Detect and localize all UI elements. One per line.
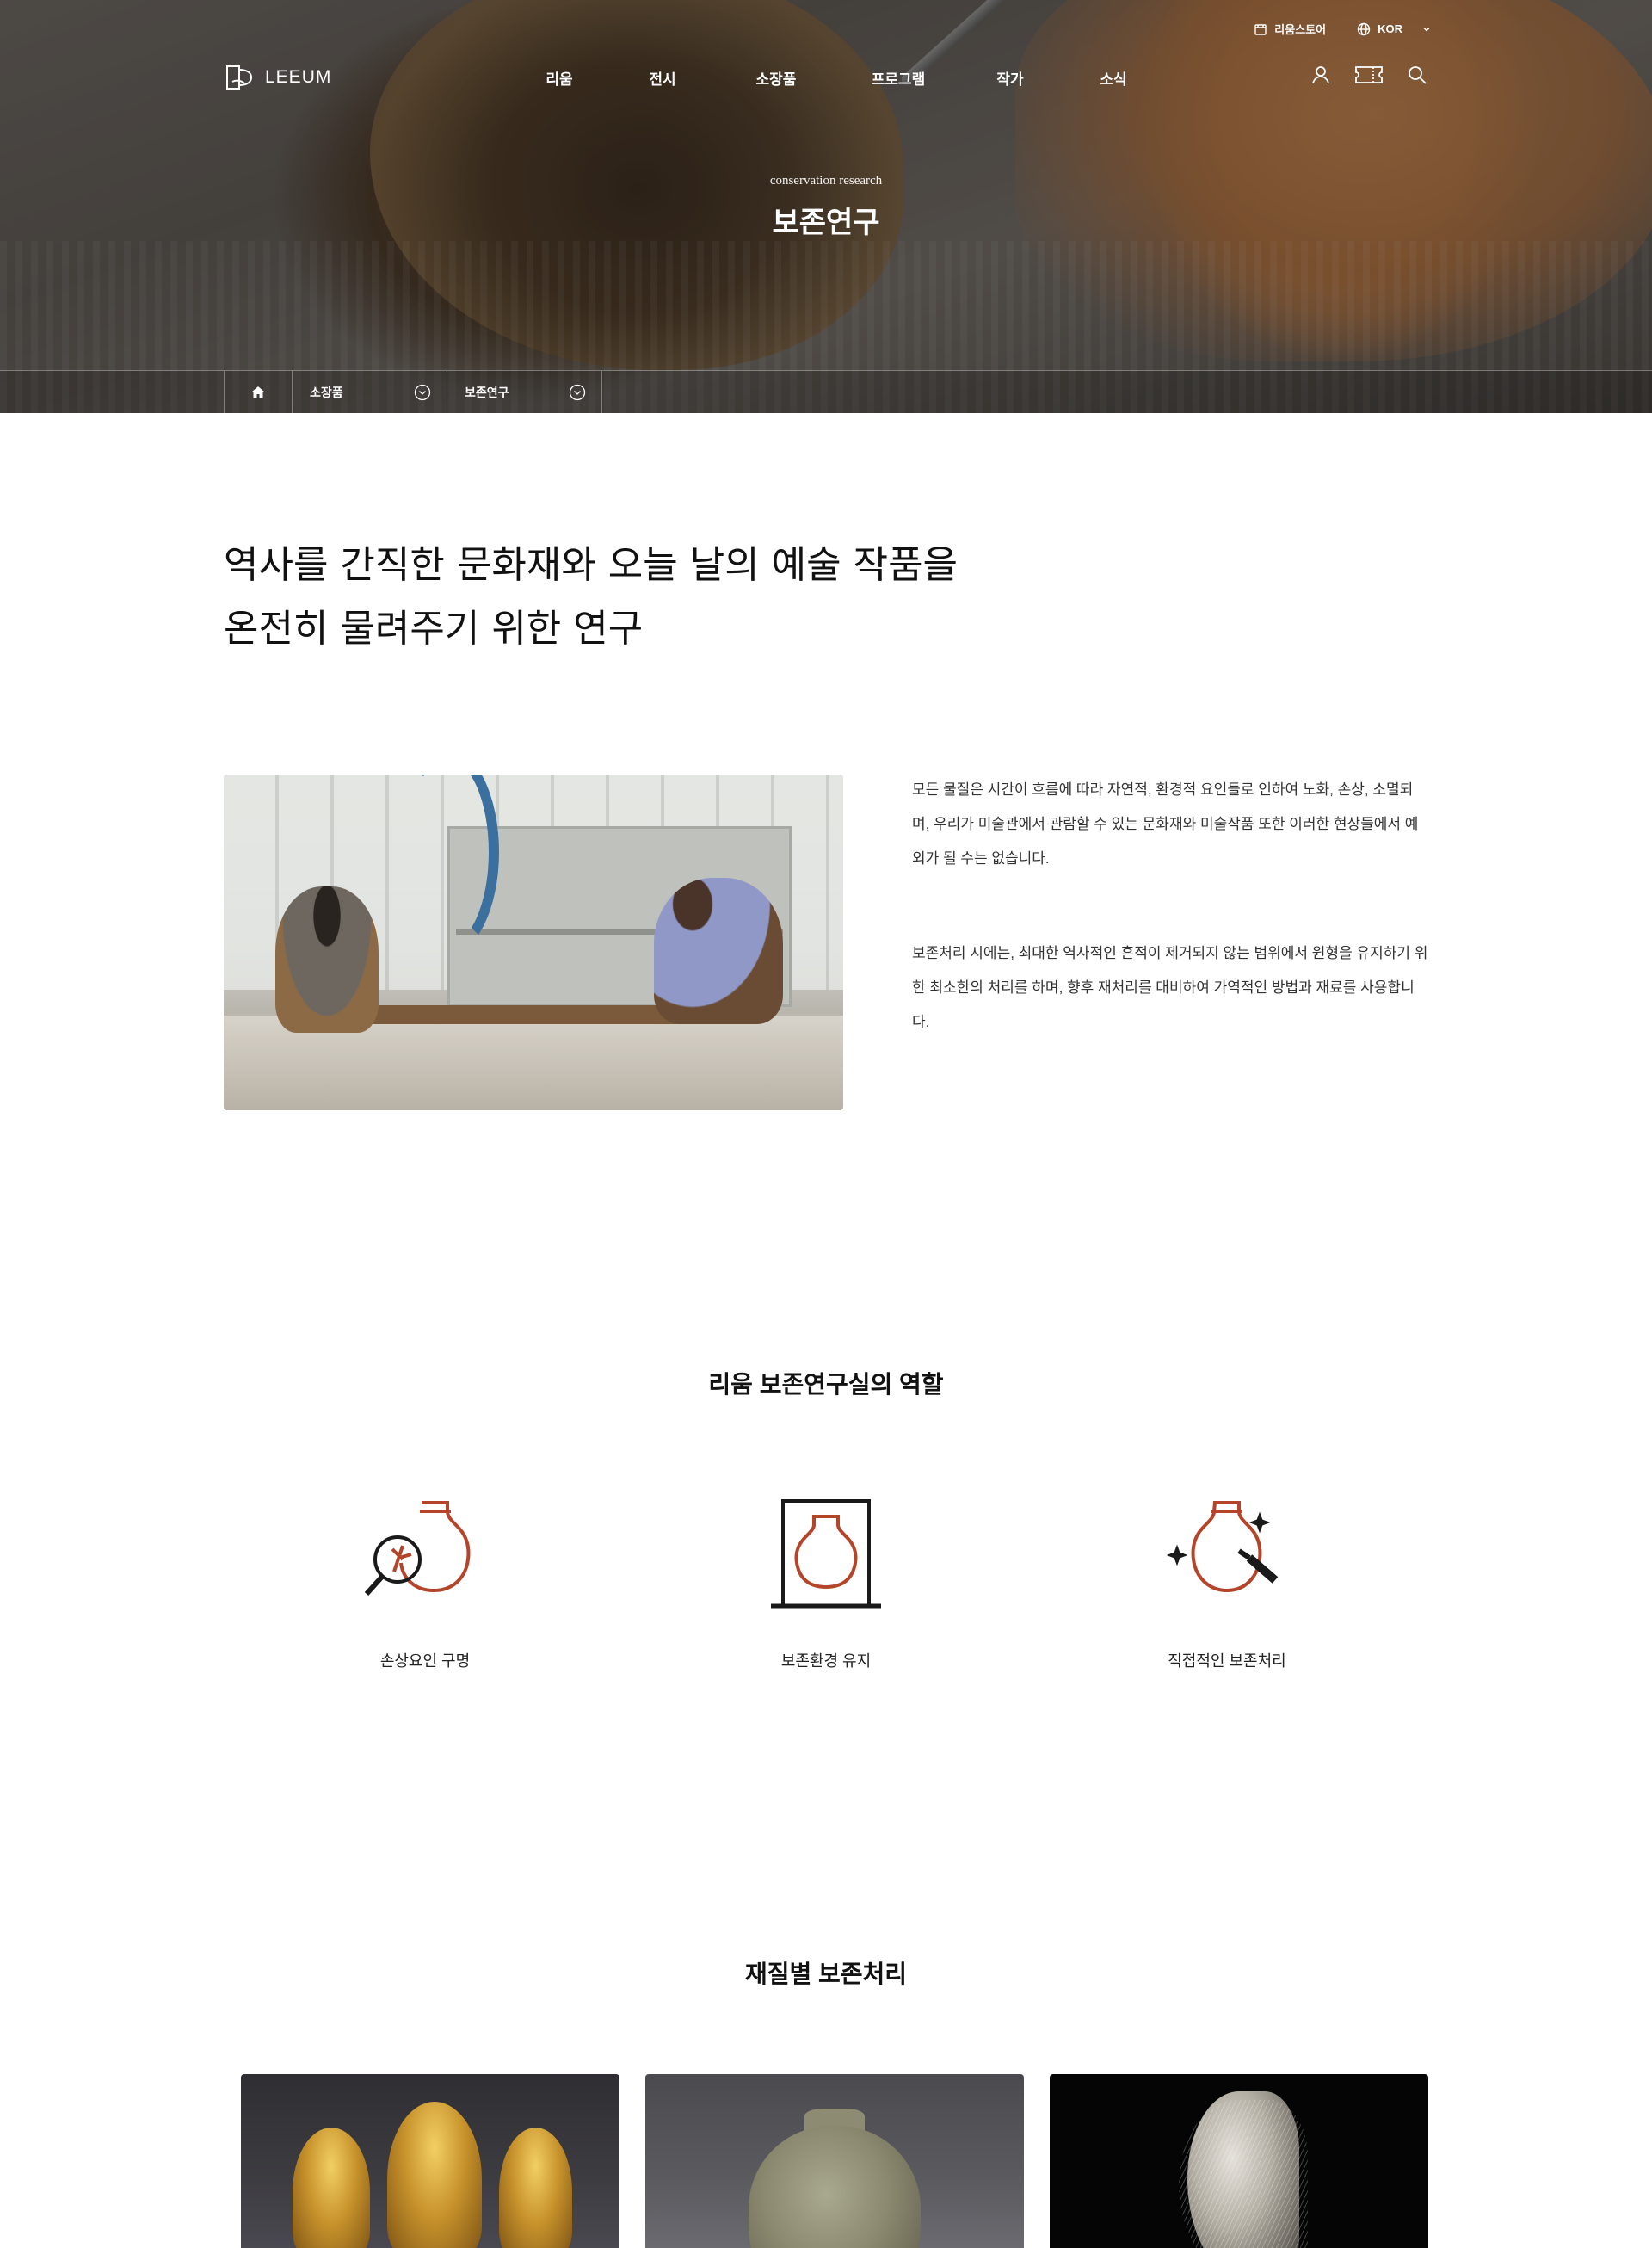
hero-subtitle: conservation research bbox=[769, 174, 883, 188]
hero-title-block: conservation research 보존연구 bbox=[0, 174, 1652, 241]
breadcrumb: 소장품 보존연구 bbox=[0, 370, 1652, 413]
menu-item-collection[interactable]: 소장품 bbox=[740, 67, 812, 89]
intro-heading-line1: 역사를 간직한 문화재와 오늘 날의 예술 작품을 bbox=[224, 543, 959, 587]
role-item-environment: 보존환경 유지 bbox=[697, 1498, 955, 1671]
store-link[interactable]: 리움스토어 bbox=[1254, 21, 1326, 37]
top-utility-bar: 리움스토어 KOR bbox=[1254, 21, 1432, 37]
logo-text: LEEUM bbox=[265, 67, 332, 87]
intro-heading-line2: 온전히 물려주기 위한 연구 bbox=[224, 607, 644, 651]
chevron-circle-down-icon bbox=[569, 384, 586, 401]
menu-item-program[interactable]: 프로그램 bbox=[857, 67, 940, 89]
breadcrumb-conservation[interactable]: 보존연구 bbox=[447, 371, 602, 413]
intro-paragraph-2: 보존처리 시에는, 최대한 역사적인 흔적이 제거되지 않는 범위에서 원형을 … bbox=[912, 945, 1428, 1030]
page-title: 보존연구 bbox=[772, 206, 880, 240]
intro-paragraph-1: 모든 물질은 시간이 흐름에 따라 자연적, 환경적 요인들로 인하여 노화, … bbox=[912, 781, 1419, 867]
chevron-down-icon bbox=[1423, 27, 1430, 31]
hero-banner: 리움스토어 KOR LEEUM 리움 전시 소장품 프로그램 작가 소식 con… bbox=[0, 0, 1652, 413]
photo-conservator-left bbox=[275, 886, 379, 1033]
menu-item-leeum[interactable]: 리움 bbox=[533, 67, 585, 89]
intro-heading: 역사를 간직한 문화재와 오늘 날의 예술 작품을 온전히 물려주기 위한 연구 bbox=[224, 534, 958, 661]
menu-item-exhibition[interactable]: 전시 bbox=[637, 67, 688, 89]
conservation-lab-photo bbox=[224, 775, 843, 1110]
photo-conservator-right bbox=[654, 878, 783, 1024]
language-select[interactable]: KOR bbox=[1357, 22, 1432, 36]
celadon-vase bbox=[749, 2126, 921, 2248]
role-item-direct-treatment: 직접적인 보존처리 bbox=[1098, 1498, 1356, 1671]
material-card-contemporary[interactable] bbox=[1050, 2074, 1428, 2248]
header-utilities bbox=[1310, 64, 1428, 86]
ticket-icon[interactable] bbox=[1354, 64, 1384, 86]
roles-section-title: 리움 보존연구실의 역할 bbox=[708, 1371, 944, 1398]
breadcrumb-label: 소장품 bbox=[310, 386, 343, 399]
vase-brush-icon bbox=[1167, 1501, 1279, 1593]
role-label: 손상요인 구명 bbox=[379, 1652, 471, 1670]
materials-section-title: 재질별 보존처리 bbox=[744, 1961, 908, 1987]
gilt-bronze-figure-right bbox=[499, 2128, 572, 2248]
user-icon[interactable] bbox=[1310, 64, 1332, 86]
role-label: 직접적인 보존처리 bbox=[1168, 1652, 1286, 1670]
breadcrumb-collection[interactable]: 소장품 bbox=[293, 371, 447, 413]
store-label: 리움스토어 bbox=[1274, 23, 1327, 36]
gilt-bronze-figure-center bbox=[387, 2102, 482, 2248]
main-header: LEEUM 리움 전시 소장품 프로그램 작가 소식 bbox=[224, 60, 1428, 95]
home-icon bbox=[251, 386, 265, 398]
logo[interactable]: LEEUM bbox=[224, 61, 331, 94]
breadcrumb-home[interactable] bbox=[224, 371, 293, 413]
material-card-metal[interactable] bbox=[241, 2074, 620, 2248]
material-card-ceramic[interactable] bbox=[645, 2074, 1024, 2248]
language-label: KOR bbox=[1378, 22, 1402, 35]
gilt-bronze-figure-left bbox=[293, 2128, 370, 2248]
menu-item-news[interactable]: 소식 bbox=[1088, 67, 1139, 89]
menu-item-artist[interactable]: 작가 bbox=[984, 67, 1036, 89]
breadcrumb-label: 보존연구 bbox=[465, 386, 509, 399]
search-icon[interactable] bbox=[1406, 64, 1428, 86]
role-label: 보존환경 유지 bbox=[780, 1652, 872, 1670]
vase-magnifier-icon bbox=[365, 1501, 471, 1596]
store-icon bbox=[1254, 23, 1267, 35]
vase-display-case-icon bbox=[771, 1499, 881, 1609]
chevron-circle-down-icon bbox=[414, 384, 431, 401]
leeum-logo-icon bbox=[226, 65, 253, 90]
mesh-sculpture-lines bbox=[1179, 2100, 1308, 2248]
role-item-damage-analysis: 손상요인 구명 bbox=[296, 1498, 554, 1671]
globe-icon bbox=[1357, 22, 1371, 35]
